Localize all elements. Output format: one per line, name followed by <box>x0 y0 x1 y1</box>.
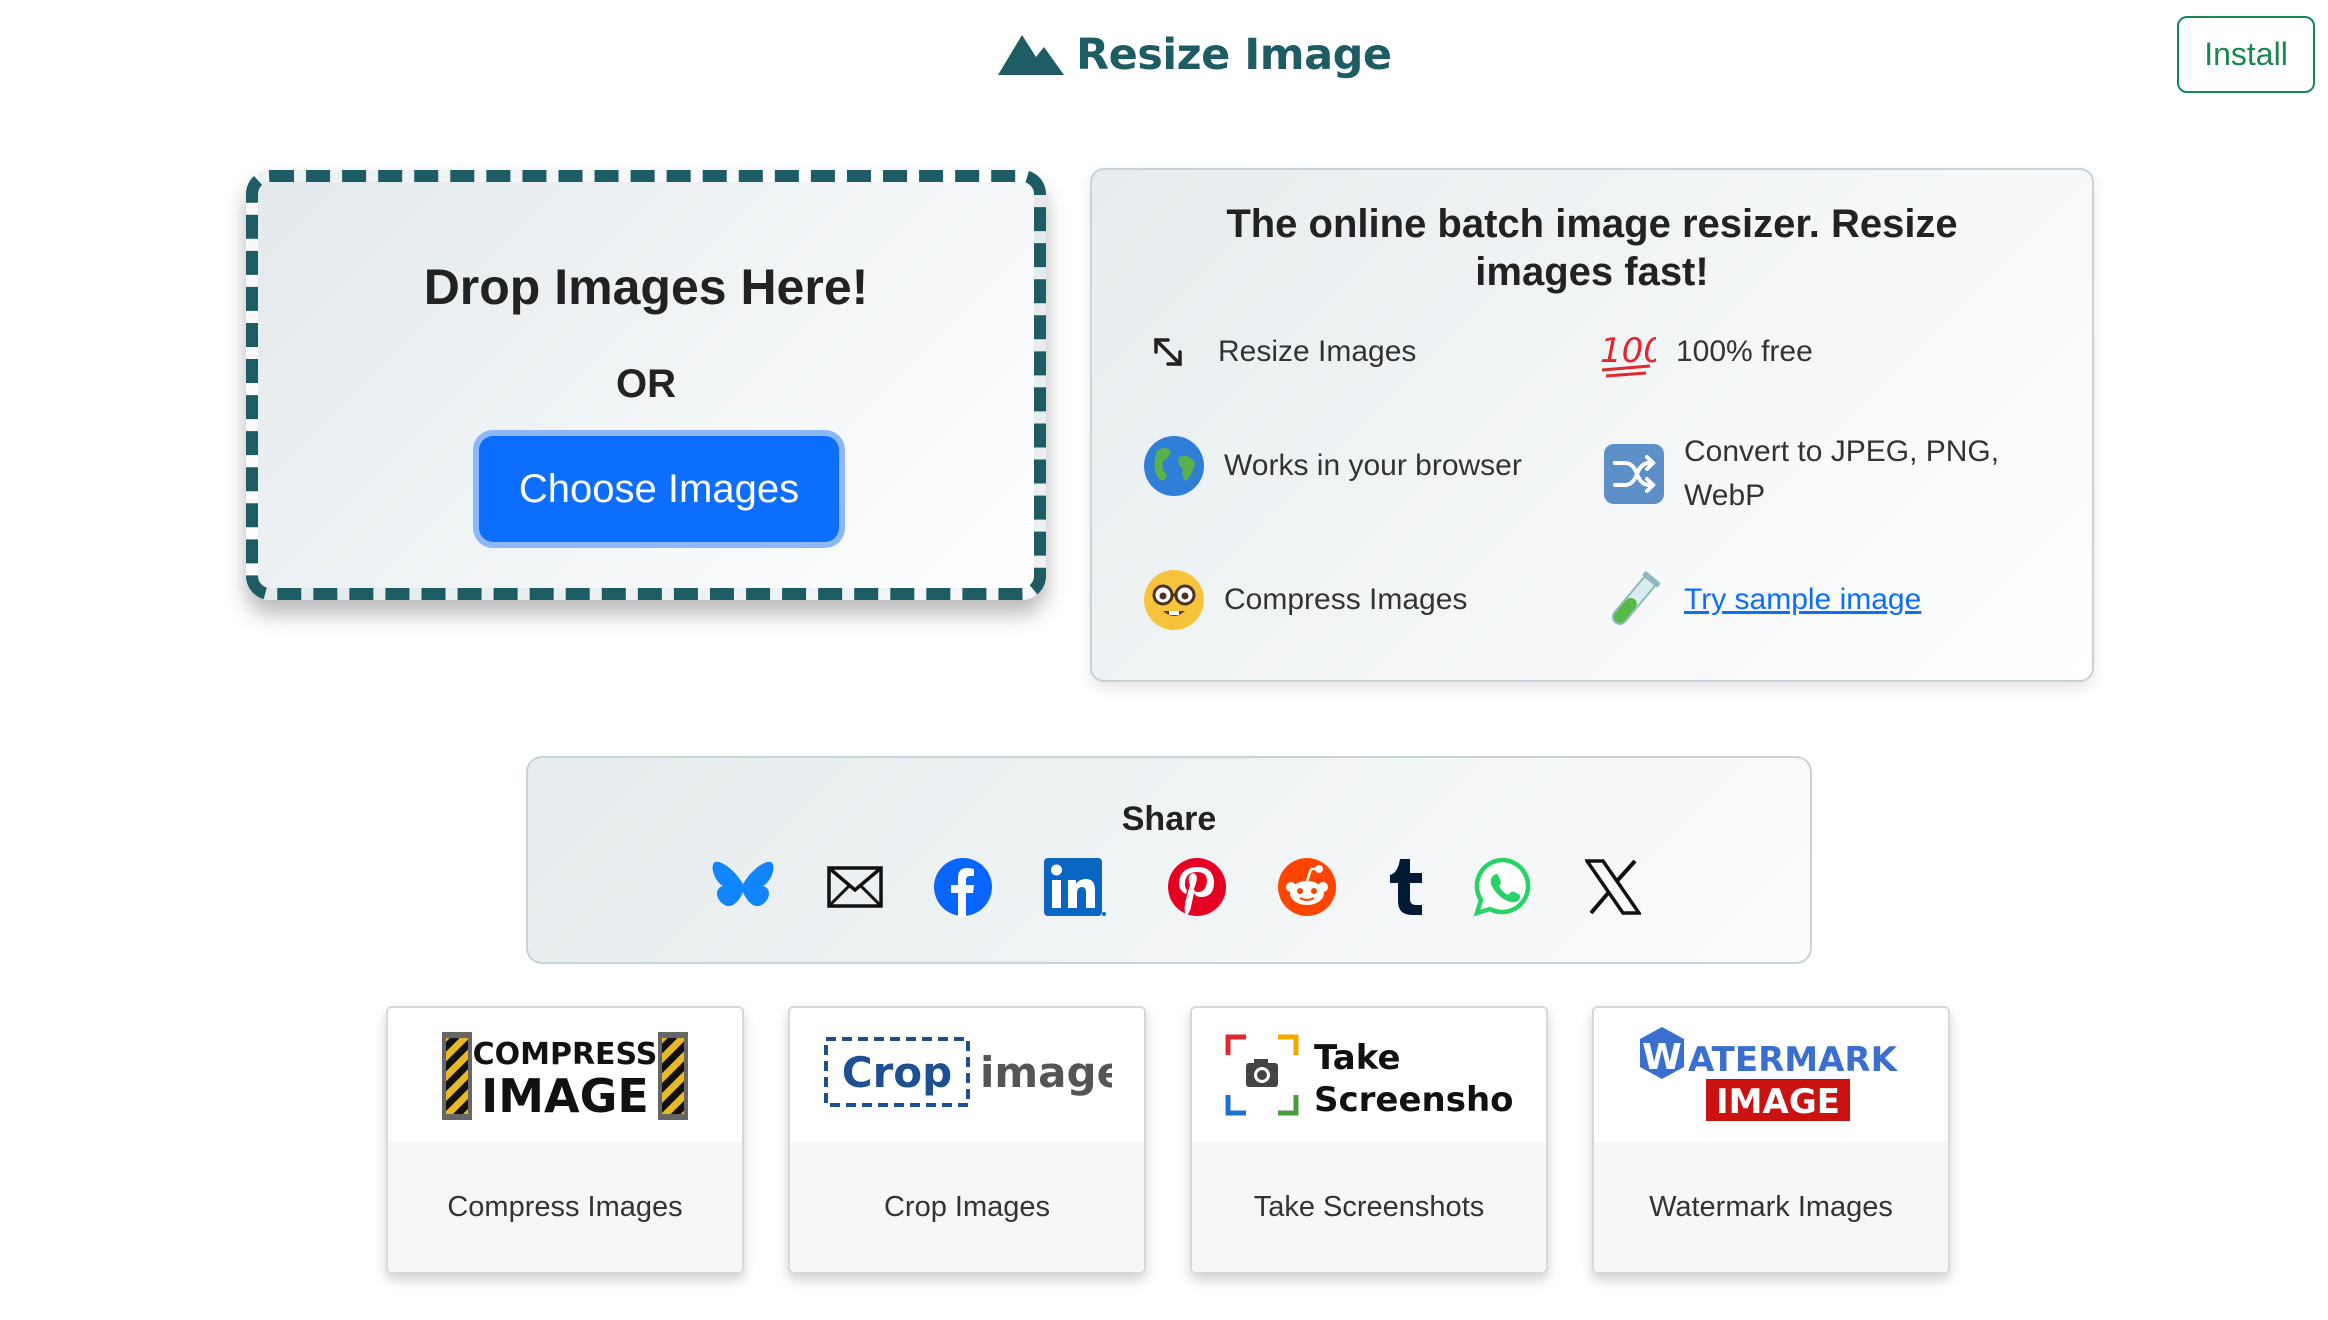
crop-image-logo: Crop image <box>790 1008 1144 1142</box>
feature-label: Convert to JPEG, PNG, WebP <box>1684 435 2000 512</box>
watermark-logo-line2: IMAGE <box>1716 1082 1840 1122</box>
reddit-share-icon[interactable] <box>1274 854 1340 920</box>
tool-card-crop[interactable]: Crop image Crop Images <box>788 1006 1146 1274</box>
feature-label: Resize Images <box>1218 335 1417 368</box>
nerd-face-icon <box>1142 568 1206 632</box>
mountain-icon <box>998 31 1064 80</box>
tool-card-label: Watermark Images <box>1594 1142 1948 1272</box>
facebook-share-icon[interactable] <box>930 854 996 920</box>
watermark-logo-line1: ATERMARK <box>1688 1040 1899 1080</box>
feature-sample: Try sample image <box>1602 568 1921 632</box>
brand-title: Resize Image <box>1076 30 1392 80</box>
compress-logo-line1: COMPRESS <box>473 1037 658 1072</box>
feature-convert: Convert to JPEG, PNG, WebP <box>1602 430 2042 518</box>
x-share-icon[interactable] <box>1580 854 1646 920</box>
tumblr-share-icon[interactable] <box>1374 854 1440 920</box>
info-panel: The online batch image resizer. Resize i… <box>1090 168 2094 682</box>
feature-label: Works in your browser <box>1224 449 1522 482</box>
whatsapp-share-icon[interactable] <box>1470 854 1536 920</box>
watermark-image-logo: W ATERMARK IMAGE <box>1594 1008 1948 1142</box>
bluesky-share-icon[interactable] <box>710 854 776 920</box>
feature-compress: Compress Images <box>1142 568 1467 632</box>
tool-card-label: Compress Images <box>388 1142 742 1272</box>
tool-card-label: Crop Images <box>790 1142 1144 1272</box>
choose-images-button[interactable]: Choose Images <box>479 436 839 542</box>
brand-logo[interactable]: Resize Image <box>998 30 1392 80</box>
compress-image-logo: COMPRESS IMAGE <box>388 1008 742 1142</box>
test-tube-icon <box>1602 568 1666 632</box>
tool-card-watermark[interactable]: W ATERMARK IMAGE Watermark Images <box>1592 1006 1950 1274</box>
image-dropzone[interactable]: Drop Images Here! OR Choose Images <box>246 170 1046 600</box>
email-share-icon[interactable] <box>822 854 888 920</box>
drop-or-label: OR <box>616 362 676 406</box>
shuffle-icon <box>1602 442 1666 506</box>
globe-icon <box>1142 434 1206 498</box>
tool-card-screenshot[interactable]: Take Screenshot Take Screenshots <box>1190 1006 1548 1274</box>
tool-card-compress[interactable]: COMPRESS IMAGE Compress Images <box>386 1006 744 1274</box>
screenshot-logo-line1: Take <box>1314 1038 1401 1078</box>
feature-resize: Resize Images <box>1136 320 1416 384</box>
linkedin-share-icon[interactable] <box>1042 854 1108 920</box>
crop-logo-word1: Crop <box>842 1048 952 1097</box>
share-title: Share <box>1121 800 1217 838</box>
watermark-logo-initial: W <box>1642 1037 1682 1078</box>
crop-logo-word2: image <box>980 1048 1112 1097</box>
screenshot-logo-line2: Screenshot <box>1314 1080 1514 1117</box>
install-button[interactable]: Install <box>2177 16 2315 93</box>
drop-title: Drop Images Here! <box>423 259 869 315</box>
hundred-points-icon: 100 <box>1594 320 1658 384</box>
share-panel: Share <box>526 756 1812 964</box>
feature-label: Compress Images <box>1224 583 1468 616</box>
info-title: The online batch image resizer. Resize i… <box>1226 202 1958 294</box>
try-sample-link[interactable]: Try sample image <box>1684 578 1921 622</box>
feature-free: 100 100% free <box>1594 320 1813 384</box>
feature-label: 100% free <box>1676 335 1813 368</box>
pinterest-share-icon[interactable] <box>1164 854 1230 920</box>
feature-browser: Works in your browser <box>1142 434 1522 498</box>
take-screenshot-logo: Take Screenshot <box>1192 1008 1546 1142</box>
compress-logo-line2: IMAGE <box>481 1069 649 1122</box>
resize-arrow-icon <box>1136 320 1200 384</box>
tool-card-label: Take Screenshots <box>1192 1142 1546 1272</box>
